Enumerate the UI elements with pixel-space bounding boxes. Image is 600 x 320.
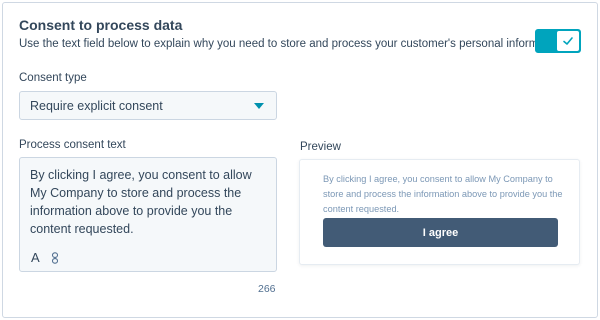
section-title: Consent to process data — [19, 17, 183, 33]
section-description: Use the text field below to explain why … — [19, 38, 567, 50]
rich-text-toolbar: A — [31, 250, 60, 265]
preview-text: By clicking I agree, you consent to allo… — [323, 174, 563, 214]
chevron-down-icon — [254, 102, 264, 109]
preview-card: By clicking I agree, you consent to allo… — [299, 159, 580, 265]
consent-type-dropdown[interactable]: Require explicit consent — [19, 91, 277, 120]
consent-type-selected-value: Require explicit consent — [30, 98, 163, 113]
preview-label: Preview — [300, 141, 341, 153]
consent-toggle[interactable] — [535, 29, 581, 53]
process-consent-text-value: By clicking I agree, you consent to allo… — [30, 168, 252, 236]
checkmark-icon — [563, 37, 573, 45]
toggle-knob — [557, 31, 579, 51]
font-style-icon[interactable]: A — [31, 250, 40, 265]
process-consent-text-label: Process consent text — [19, 139, 126, 151]
i-agree-button[interactable]: I agree — [323, 218, 558, 247]
link-icon[interactable] — [50, 251, 60, 264]
process-consent-textarea[interactable]: By clicking I agree, you consent to allo… — [19, 157, 277, 272]
consent-type-label: Consent type — [19, 72, 87, 84]
character-count: 266 — [258, 283, 276, 295]
